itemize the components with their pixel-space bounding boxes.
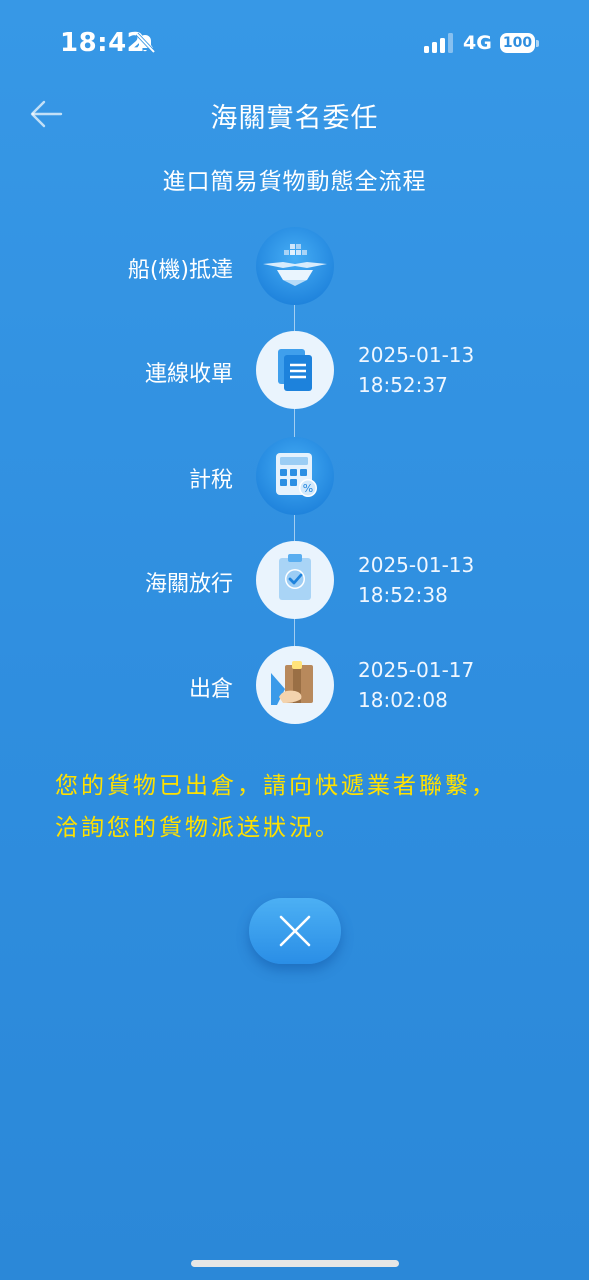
page-title: 海關實名委任	[210, 103, 379, 134]
close-button[interactable]	[249, 898, 341, 964]
calculator-icon: %	[255, 436, 335, 516]
step-label: 計稅	[188, 468, 233, 493]
notice-line-1: 您的貨物已出倉，請向快遞業者聯繫，	[55, 773, 497, 799]
ship-plane-icon	[255, 226, 335, 306]
step-timestamp: 2025-01-13 18:52:38	[358, 550, 474, 610]
package-handoff-icon	[255, 645, 335, 725]
step-label: 連線收單	[144, 362, 233, 387]
timeline-step-tax: 計稅 %	[0, 436, 589, 516]
close-icon	[279, 915, 311, 947]
timeline-step-warehouse-out: 出倉 2025-01-17 18:02:08	[0, 645, 589, 725]
step-clock: 18:52:38	[358, 583, 448, 607]
step-clock: 18:52:37	[358, 373, 448, 397]
clipboard-check-icon	[255, 540, 335, 620]
network-type: 4G	[463, 32, 492, 54]
step-label: 出倉	[188, 677, 233, 702]
signal-icon	[424, 33, 453, 53]
notice-line-2: 洽詢您的貨物派送狀況。	[55, 815, 341, 841]
svg-text:%: %	[303, 482, 313, 495]
bell-muted-icon	[135, 32, 156, 54]
timeline-step-arrival: 船(機)抵達	[0, 226, 589, 306]
status-time: 18:42	[60, 28, 146, 58]
nav-bar: 海關實名委任	[0, 88, 589, 138]
step-label: 海關放行	[144, 572, 233, 597]
timeline-step-release: 海關放行 2025-01-13 18:52:38	[0, 540, 589, 620]
home-indicator[interactable]	[191, 1260, 399, 1267]
timeline-step-receipt: 連線收單 2025-01-13 18:52:37	[0, 330, 589, 410]
step-clock: 18:02:08	[358, 688, 448, 712]
battery-tip	[536, 40, 539, 47]
step-date: 2025-01-13	[358, 553, 475, 577]
battery-level: 100	[500, 33, 535, 53]
step-date: 2025-01-13	[358, 343, 475, 367]
step-timestamp: 2025-01-13 18:52:37	[358, 340, 474, 400]
step-timestamp: 2025-01-17 18:02:08	[358, 655, 474, 715]
step-date: 2025-01-17	[358, 658, 475, 682]
step-label: 船(機)抵達	[127, 258, 233, 283]
status-notice: 您的貨物已出倉，請向快遞業者聯繫， 洽詢您的貨物派送狀況。	[55, 765, 555, 849]
flow-subtitle: 進口簡易貨物動態全流程	[162, 169, 427, 195]
document-icon	[255, 330, 335, 410]
status-bar: 18:42 4G 100	[0, 0, 589, 90]
battery-icon: 100	[500, 33, 540, 55]
